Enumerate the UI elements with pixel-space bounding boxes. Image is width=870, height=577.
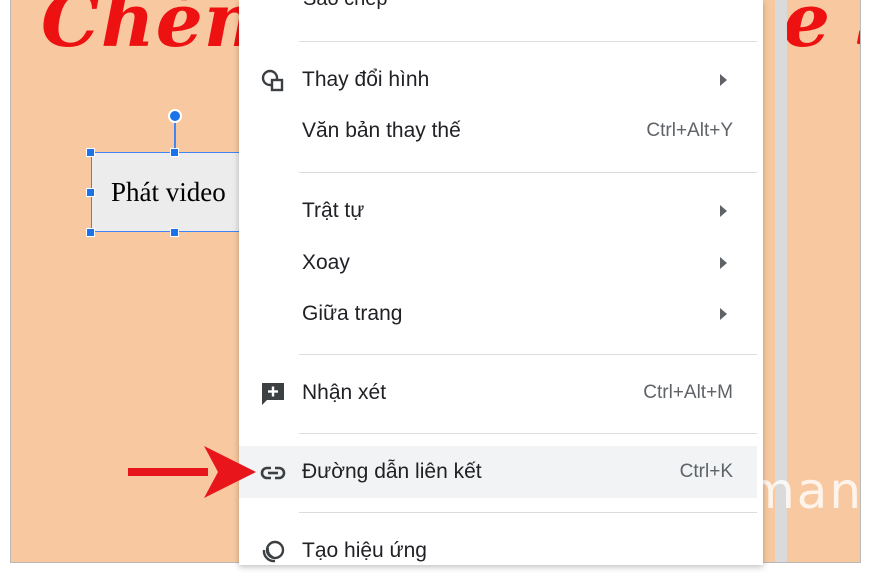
menu-item-animate[interactable]: Tạo hiệu ứng [239,525,757,577]
menu-item-label: Tạo hiệu ứng [302,539,427,562]
submenu-arrow-icon [720,205,727,217]
submenu-arrow-icon [720,74,727,86]
textbox-text: Phát video [111,177,226,207]
menu-item-label: Giữa trang [302,302,403,325]
add-comment-icon [262,383,284,405]
menu-separator [299,433,757,434]
menu-item-order[interactable]: Trật tự [239,185,757,237]
menu-item-shortcut: Ctrl+K [679,461,733,482]
context-menu: Sao chép Thay đổi hình Văn bản thay thế … [239,0,763,565]
link-icon [260,466,286,480]
resize-handle-top-left[interactable] [86,148,95,157]
menu-item-label: Đường dẫn liên kết [302,460,482,483]
resize-handle-top[interactable] [170,148,179,157]
menu-separator [299,41,757,42]
menu-item-label: Thay đổi hình [302,68,430,91]
menu-separator [299,172,757,173]
menu-item-label: Trật tự [302,199,365,222]
menu-item-label: Nhận xét [302,381,387,404]
menu-separator [299,354,757,355]
menu-item-label: Văn bản thay thế [302,119,461,142]
rotation-stem [174,118,176,152]
menu-item-cut-off[interactable]: Sao chép [303,0,388,11]
menu-item-alt-text[interactable]: Văn bản thay thế Ctrl+Alt+Y [239,105,757,157]
rotate-handle[interactable] [168,109,182,123]
resize-handle-bottom[interactable] [170,228,179,237]
submenu-arrow-icon [720,257,727,269]
resize-handle-left[interactable] [86,188,95,197]
resize-handle-bottom-left[interactable] [86,228,95,237]
animation-icon [262,540,285,563]
pointer-arrow-icon [128,446,256,498]
menu-item-shortcut: Ctrl+Alt+M [643,382,733,403]
menu-item-center-on-page[interactable]: Giữa trang [239,288,757,340]
menu-item-replace-image[interactable]: Thay đổi hình [239,54,757,106]
menu-separator [299,512,757,513]
slide-title-continued: e S [783,0,860,64]
menu-item-comment[interactable]: Nhận xét Ctrl+Alt+M [239,367,757,419]
menu-item-label: Xoay [302,251,350,274]
menu-item-shortcut: Ctrl+Alt+Y [646,120,733,141]
menu-item-link[interactable]: Đường dẫn liên kết Ctrl+K [239,446,757,498]
replace-image-icon [261,69,284,92]
submenu-arrow-icon [720,308,727,320]
menu-item-rotate[interactable]: Xoay [239,237,757,289]
